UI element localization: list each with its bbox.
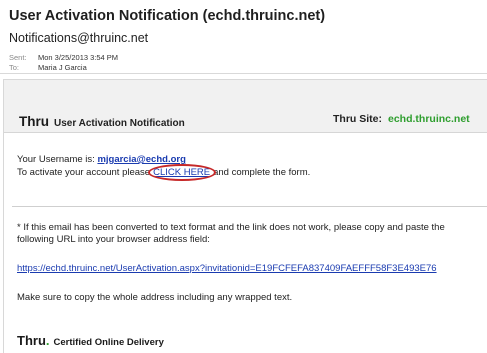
site-label: Thru Site:: [333, 113, 382, 125]
activate-suffix: and complete the form.: [213, 167, 311, 178]
username-label: Your Username is:: [17, 154, 95, 165]
sent-label: Sent:: [9, 53, 27, 62]
to-label: To:: [9, 63, 20, 72]
note-line-2: following URL into your browser address …: [17, 234, 210, 245]
sent-row: Sent: Mon 3/25/2013 3:54 PM: [9, 53, 118, 62]
footer-logo-dot: .: [45, 333, 50, 348]
message-body: Thru User Activation Notification Thru Si…: [3, 79, 487, 353]
activation-url-link[interactable]: https://echd.thruinc.net/UserActivation.…: [17, 263, 437, 274]
message-banner: Thru User Activation Notification Thru Si…: [4, 80, 487, 133]
footer-tagline: Certified Online Delivery: [53, 337, 164, 348]
brand-heading: Thru User Activation Notification: [19, 114, 185, 129]
content-divider: [12, 206, 487, 207]
to-row: To: Maria J Garcia: [9, 63, 87, 72]
site-info: Thru Site: echd.thruinc.net: [333, 113, 470, 125]
email-header: User Activation Notification (echd.thrui…: [0, 0, 487, 73]
to-value[interactable]: Maria J Garcia: [38, 63, 87, 72]
activate-prefix: To activate your account please: [17, 167, 151, 178]
click-here-link[interactable]: CLICK HERE: [148, 164, 217, 181]
header-divider: [0, 73, 487, 74]
thru-logo: Thru: [19, 114, 49, 129]
sent-value: Mon 3/25/2013 3:54 PM: [38, 53, 119, 62]
activate-line: To activate your account please CLICK HER…: [17, 164, 311, 181]
site-value: echd.thruinc.net: [388, 113, 470, 125]
username-line: Your Username is: mjgarcia@echd.org: [17, 154, 186, 165]
footer-logo: Thru: [17, 333, 46, 348]
copy-note: Make sure to copy the whole address incl…: [17, 292, 293, 303]
notification-title: User Activation Notification: [54, 118, 185, 129]
note-line-1: * If this email has been converted to te…: [17, 222, 445, 233]
footer-brand: Thru. Certified Online Delivery: [17, 333, 164, 348]
email-sender[interactable]: Notifications@thruinc.net: [9, 31, 148, 45]
email-subject: User Activation Notification (echd.thrui…: [9, 8, 326, 24]
